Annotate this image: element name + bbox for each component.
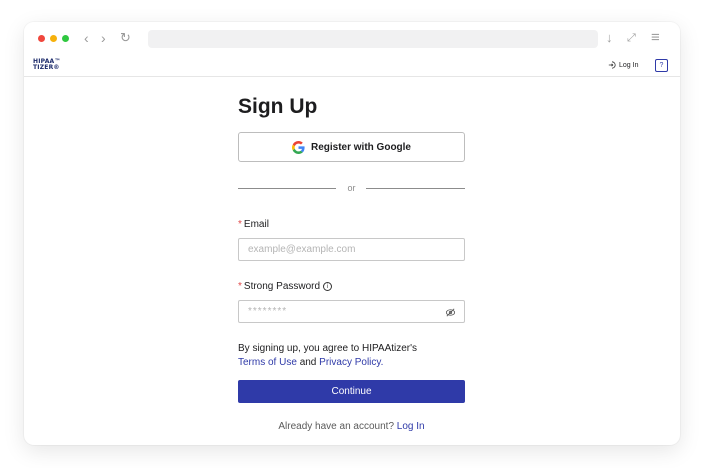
back-icon[interactable]: ‹ [84, 29, 89, 47]
footer-login-link[interactable]: Log In [397, 421, 425, 432]
privacy-policy-link[interactable]: Privacy Policy. [319, 357, 383, 368]
password-placeholder: ******** [248, 306, 288, 317]
download-icon[interactable]: ↓ [606, 29, 613, 47]
email-field[interactable]: example@example.com [238, 238, 465, 261]
logo-line-2: TIZER® [33, 64, 60, 71]
app-header: HIPAA™ TIZER® Log In ? [24, 56, 680, 77]
forward-icon[interactable]: › [101, 29, 106, 47]
password-label-text: Strong Password [243, 281, 321, 292]
email-placeholder: example@example.com [248, 244, 356, 255]
terms-of-use-link[interactable]: Terms of Use [238, 357, 297, 368]
email-label: * Email [238, 219, 269, 230]
eye-slash-icon[interactable] [445, 307, 456, 318]
continue-button[interactable]: Continue [238, 380, 465, 403]
browser-titlebar: ‹ › ↻ ↓ ⤢ ≡ [24, 22, 680, 56]
login-icon [608, 61, 616, 69]
email-required-marker: * [238, 219, 242, 230]
register-with-google-button[interactable]: Register with Google [238, 132, 465, 162]
google-icon [291, 140, 305, 154]
address-bar[interactable] [148, 30, 598, 48]
minimize-window-button[interactable] [50, 35, 57, 42]
google-button-label: Register with Google [310, 141, 411, 153]
header-login-label: Log In [619, 61, 639, 69]
maximize-window-button[interactable] [62, 35, 69, 42]
password-field[interactable]: ******** [238, 300, 465, 323]
terms-agreement-text: By signing up, you agree to HIPAAtizer's… [238, 342, 465, 370]
email-label-text: Email [243, 219, 269, 230]
hipaatizer-logo[interactable]: HIPAA™ TIZER® [33, 59, 61, 71]
help-icon: ? [659, 62, 664, 69]
agree-prefix: By signing up, you agree to HIPAAtizer's [238, 343, 418, 354]
password-required-marker: * [238, 281, 242, 292]
login-prompt-text: Already have an account? [278, 421, 395, 432]
continue-button-label: Continue [331, 386, 372, 397]
close-window-button[interactable] [38, 35, 45, 42]
or-divider: or [238, 182, 465, 194]
password-label: * Strong Password i [238, 281, 333, 292]
header-login-link[interactable]: Log In [608, 61, 638, 69]
browser-window: ‹ › ↻ ↓ ⤢ ≡ HIPAA™ TIZER® Log In ? Sign … [24, 22, 680, 445]
help-button[interactable]: ? [655, 59, 668, 72]
menu-icon[interactable]: ≡ [651, 29, 660, 47]
divider-line-right [366, 188, 465, 189]
reload-icon[interactable]: ↻ [120, 29, 131, 47]
login-prompt: Already have an account? Log In [238, 421, 465, 432]
agree-and: and [299, 357, 317, 368]
page-title: Sign Up [238, 95, 318, 118]
expand-icon[interactable]: ⤢ [627, 29, 636, 47]
info-icon[interactable]: i [323, 282, 333, 291]
